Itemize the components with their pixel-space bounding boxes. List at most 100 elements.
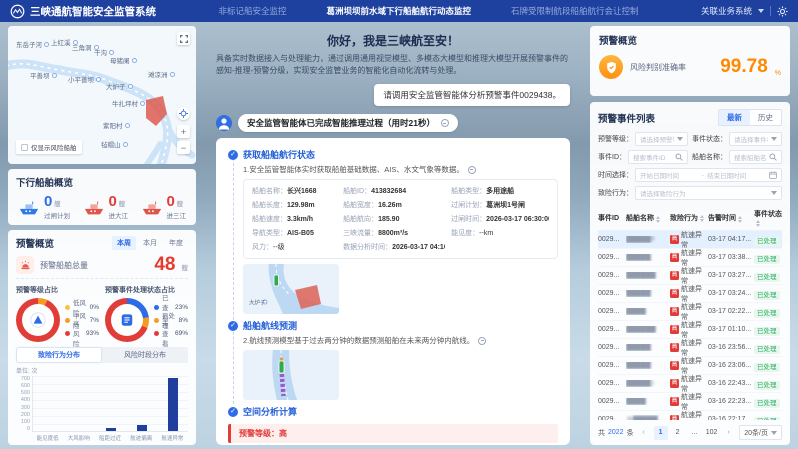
info-field: 船舶长度：129.98m [252,200,337,210]
filter-input[interactable]: 搜索事件ID [628,150,688,164]
bar-category-label: 大风影响 [63,432,94,442]
table-row[interactable]: 0029...█████1高航速异常03-16 22:43...已处理 [598,375,782,393]
overview-map[interactable]: 东岳子河上红溪三角洞干沟母猪阑平善坝小平善坝滩凉洲大炉子牛扎坪村紫阳村毡帽山 仅… [8,26,196,164]
prediction-endpoint [280,358,283,361]
table-row[interactable]: 0029...█████8高航速异常03-17 04:17...已处理 [598,231,782,249]
y-tick: 400 [16,397,30,403]
assistant-welcome-title: 你好，我是三峡航至安！ [216,32,570,49]
sort-icon[interactable] [756,220,760,227]
zoom-out-button[interactable]: − [177,141,190,154]
prev-page-button[interactable]: ‹ [637,426,651,440]
filter-label: 事件状态： [692,134,727,144]
nav-item[interactable]: 石牌受限制航段船舶航行会让控制 [511,5,639,17]
shield-icon [599,55,623,79]
warning-period-tabs: 本周本月年度 [112,236,188,250]
table-row[interactable]: 0029...█████高航速异常03-16 23:56...已处理 [598,339,782,357]
risk-only-checkbox[interactable]: 仅显示风险船舶 [16,140,82,154]
map-place-label: 滩凉洲 [148,69,175,79]
zoom-in-button[interactable]: + [177,125,190,138]
page-button[interactable]: 1 [654,426,668,440]
info-field: 过闸计划：葛洲坝1号闸 [451,200,549,210]
column-header[interactable]: 告警时间 [708,213,754,223]
page-button[interactable]: 2 [671,426,685,440]
risk-behavior-text: 航速异常 [681,410,708,421]
filter-input[interactable]: 搜索船舶名称 [729,150,782,164]
sort-icon[interactable] [656,216,660,223]
period-tab[interactable]: 本月 [138,236,162,250]
warning-overview-panel: 预警概览 本周本月年度 预警船舶总量 48 艘 [8,230,196,445]
nav-item[interactable]: 葛洲坝坝前水域下行船舶航行动态监控 [326,5,471,17]
ship-name-cell: █████8 [626,236,670,243]
table-row[interactable]: 0029...浩█████高航速异常03-16 22:17...已处理 [598,411,782,420]
step1-collapse-icon[interactable] [468,166,476,174]
column-header[interactable]: 事件状态 [754,209,782,227]
events-tab[interactable]: 最新 [719,110,750,125]
bar [106,428,116,431]
status-badge: 已处理 [754,417,780,421]
filter-input[interactable]: 请选择预警等级 [635,132,688,146]
step1-text: 1.安全监管智能体实时获取船舶基础数据、AIS、水文气象等数据。 [243,164,464,175]
sort-icon[interactable] [738,216,742,223]
event-status-cell: 已处理 [754,271,782,281]
y-tick: 500 [16,390,30,396]
warning-events-panel: 预警事件列表 最新历史 预警等级：请选择预警等级事件状态：请选择事件状态事件ID… [590,102,790,445]
info-field-label: 船舶类型： [451,188,486,195]
map-label-text: 大炉子 [106,81,126,91]
filter-input[interactable]: 请选择事件状态 [729,132,782,146]
sort-icon[interactable] [700,215,704,222]
table-row[interactable]: 0029...████高航速异常03-17 02:22...已处理 [598,303,782,321]
event-id-cell: 0029... [598,236,626,243]
table-row[interactable]: 0029...██████高航速异常03-17 03:27...已处理 [598,267,782,285]
legend-value: 69% [175,330,188,337]
event-id-cell: 0029... [598,362,626,369]
daterange-separator: - [702,172,704,179]
gear-icon[interactable] [777,6,788,17]
page-size-select[interactable]: 20条/页 [739,425,782,440]
column-header[interactable]: 船舶名称 [626,213,670,223]
info-field: 数据分析时间：2026-03-17 04:16:40 [343,242,445,252]
nav-item[interactable]: 非标记船安全监控 [218,5,286,17]
map-label-text: 滩凉洲 [148,69,168,79]
step2-collapse-icon[interactable] [478,337,486,345]
filter-input[interactable]: 开始日期时间-结束日期时间 [635,168,782,182]
risk-behavior-text: 航速异常 [681,266,708,286]
table-row[interactable]: 0029...█████高航速异常03-16 23:06...已处理 [598,357,782,375]
risk-behavior-text: 航速异常 [681,356,708,376]
risk-behavior-cell: 高航速异常 [670,392,708,412]
table-row[interactable]: 0029...█████高航速异常03-17 03:24...已处理 [598,285,782,303]
page-button[interactable]: ... [688,426,702,440]
period-tab[interactable]: 年度 [164,236,188,250]
map-point-icon [140,101,145,106]
legend-dot-icon [65,305,70,310]
period-tab[interactable]: 本周 [112,236,136,250]
info-field-value: 葛洲坝1号闸 [486,202,525,209]
event-status-cell: 已处理 [754,397,782,407]
step1-check-icon: ✓ [228,150,238,160]
prediction-map[interactable] [243,350,339,400]
column-header[interactable]: 致险行为 [670,213,708,223]
distribution-tab[interactable]: 风险时段分布 [103,348,187,362]
table-row[interactable]: 0029...█████高航速异常03-17 03:38...已处理 [598,249,782,267]
collapse-icon[interactable] [441,119,449,127]
accuracy-panel-title: 预警概览 [599,33,781,47]
filter-input[interactable]: 请选择致险行为 [635,186,782,200]
situation-map[interactable]: 大炉子 [243,264,339,314]
donut1-center-icon [30,312,46,328]
fullscreen-icon[interactable] [177,32,190,45]
legend-dot-icon [154,318,159,323]
filter-select: 致险行为：请选择致险行为 [598,186,782,200]
risk-behavior-cell: 高航速异常 [670,338,708,358]
ship-name-text: █████ [626,362,651,369]
info-field-label: 船舶长度： [252,202,287,209]
table-row[interactable]: 0029...██████高航速异常03-17 01:10...已处理 [598,321,782,339]
next-page-button[interactable]: › [722,426,736,440]
events-tab[interactable]: 历史 [750,110,781,125]
status-badge: 已处理 [754,273,780,282]
ship-name-cell: █████ [626,362,670,369]
table-row[interactable]: 0029...████高航速异常03-16 22:23...已处理 [598,393,782,411]
page-button[interactable]: 102 [705,426,719,440]
related-systems-menu[interactable]: 关联业务系统 [701,5,752,17]
locate-icon[interactable] [177,107,190,120]
info-field: 过闸时间：2026-03-17 06:30:00 [451,214,549,224]
distribution-tab[interactable]: 致险行为分布 [17,348,101,362]
